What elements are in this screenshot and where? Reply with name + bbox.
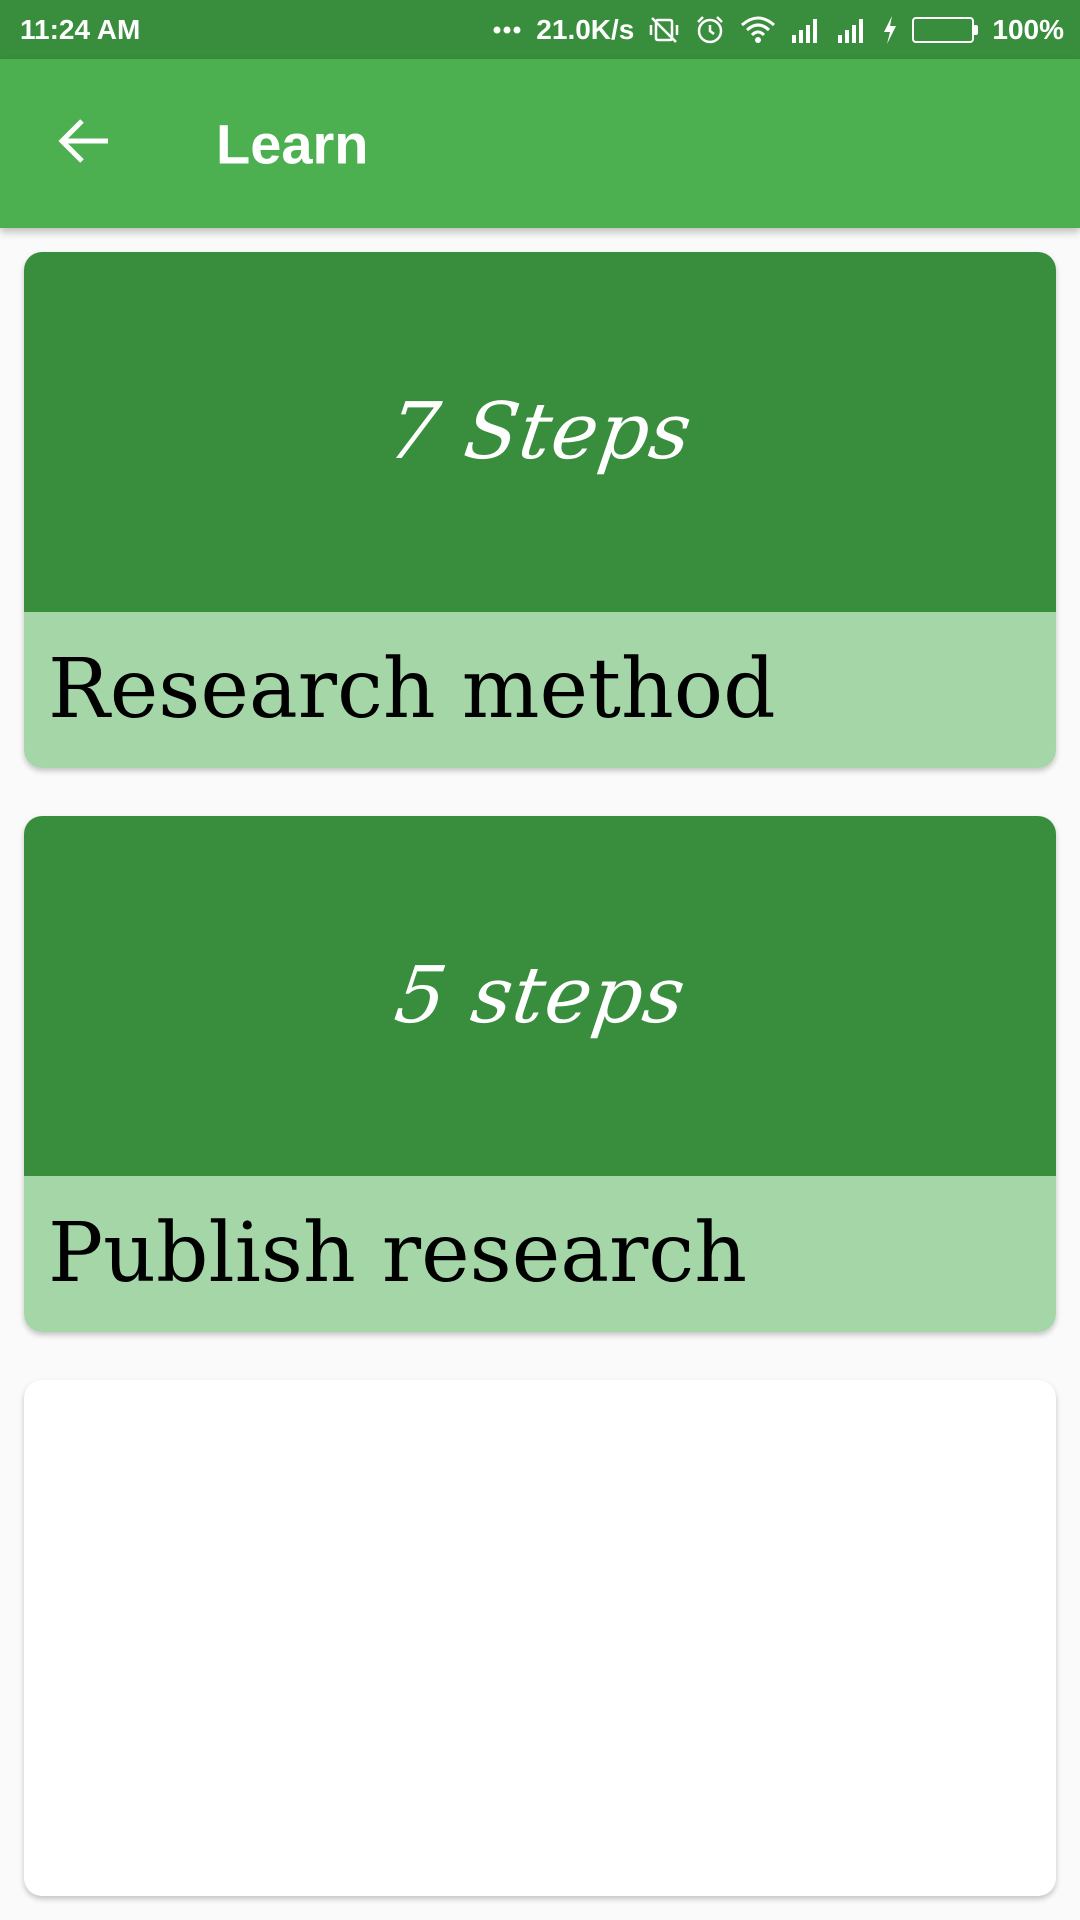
card-footer: Publish research	[24, 1176, 1056, 1332]
signal-icon	[790, 17, 822, 43]
page-title: Learn	[216, 112, 369, 175]
card-steps-label: 7 Steps	[382, 387, 698, 477]
status-bar: 11:24 AM 21.0K/s 100%	[0, 0, 1080, 59]
battery-icon	[912, 16, 979, 43]
course-card-research-method[interactable]: 7 Steps Research method	[24, 252, 1056, 768]
wifi-icon	[740, 15, 776, 45]
card-title: Research method	[48, 642, 776, 737]
more-dots-icon	[492, 25, 522, 35]
course-card-empty[interactable]	[24, 1380, 1056, 1896]
course-card-publish-research[interactable]: 5 steps Publish research	[24, 816, 1056, 1332]
back-button[interactable]	[46, 106, 122, 182]
card-banner: 5 steps	[24, 816, 1056, 1176]
card-steps-label: 5 steps	[389, 951, 691, 1041]
status-time: 11:24 AM	[20, 13, 141, 45]
card-footer: Research method	[24, 612, 1056, 768]
alarm-icon	[694, 14, 726, 46]
vibrate-off-icon	[648, 14, 680, 46]
app-bar: Learn	[0, 59, 1080, 228]
battery-percent: 100%	[992, 13, 1064, 45]
arrow-back-icon	[58, 117, 110, 170]
card-title: Publish research	[48, 1206, 748, 1301]
card-banner: 7 Steps	[24, 252, 1056, 612]
network-speed: 21.0K/s	[536, 13, 635, 45]
signal-icon	[836, 17, 868, 43]
status-icons: 21.0K/s 100%	[492, 14, 1064, 46]
charging-icon	[882, 15, 898, 44]
